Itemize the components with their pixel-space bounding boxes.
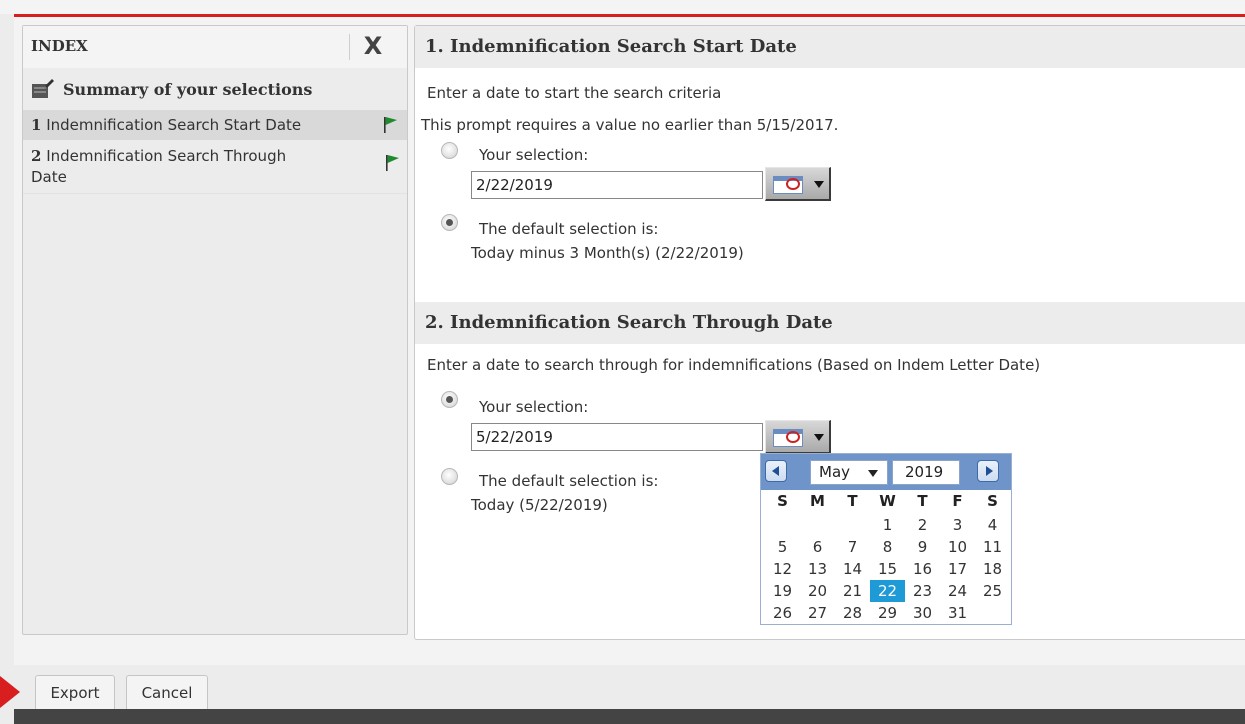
calendar-day[interactable]: 1 [870, 514, 905, 536]
section2-default-value: Today (5/22/2019) [471, 496, 608, 514]
calendar-header: May 2019 [761, 454, 1011, 490]
calendar-day[interactable]: 19 [765, 580, 800, 602]
calendar-day[interactable]: 20 [800, 580, 835, 602]
calendar-day[interactable]: 3 [940, 514, 975, 536]
index-item-text-line2: Date [31, 168, 67, 186]
index-item-through-date[interactable]: 2 Indemnification Search Through Date [23, 140, 407, 192]
index-item-text: Indemnification Search Through [46, 147, 287, 165]
weekday-header: W [879, 492, 896, 510]
section2-your-selection-label: Your selection: [479, 398, 589, 416]
calendar-day[interactable]: 29 [870, 602, 905, 624]
section2-your-selection-radio[interactable] [441, 391, 458, 408]
calendar-day-selected[interactable]: 22 [870, 580, 905, 602]
calendar-day[interactable]: 31 [940, 602, 975, 624]
calendar-day[interactable]: 16 [905, 558, 940, 580]
calendar-day[interactable]: 21 [835, 580, 870, 602]
chevron-down-icon [868, 470, 878, 477]
section1-default-label: The default selection is: [479, 220, 659, 238]
calendar-day[interactable]: 8 [870, 536, 905, 558]
month-select[interactable]: May [810, 460, 888, 485]
calendar-day[interactable]: 24 [940, 580, 975, 602]
section2-default-radio[interactable] [441, 468, 458, 485]
calendar-popup: May 2019 S M T W T F S 1 2 3 4 5 6 7 8 9 10 11 12 13 14 15 16 1… [760, 453, 1012, 625]
section2-calendar-button[interactable] [765, 420, 831, 454]
calendar-day[interactable]: 14 [835, 558, 870, 580]
weekday-header: T [917, 492, 928, 510]
index-separator [349, 34, 350, 60]
calendar-day[interactable]: 23 [905, 580, 940, 602]
index-item-text: Indemnification Search Start Date [46, 116, 302, 134]
section1-default-radio[interactable] [441, 214, 458, 231]
section1-constraint: This prompt requires a value no earlier … [421, 116, 839, 134]
section2-default-label: The default selection is: [479, 472, 659, 490]
section1-your-selection-label: Your selection: [479, 146, 589, 164]
month-value: May [819, 463, 851, 481]
chevron-right-icon [986, 466, 993, 476]
index-item-start-date[interactable]: 1 Indemnification Search Start Date [23, 110, 407, 140]
calendar-day[interactable]: 27 [800, 602, 835, 624]
chevron-down-icon [814, 434, 824, 441]
calendar-day[interactable]: 4 [975, 514, 1010, 536]
chevron-down-icon [814, 181, 824, 188]
export-button[interactable]: Export [35, 675, 115, 711]
index-item-label: 1 Indemnification Search Start Date [31, 115, 301, 136]
section1-default-value: Today minus 3 Month(s) (2/22/2019) [471, 244, 744, 262]
chevron-left-icon [772, 466, 779, 476]
section1-header: 1. Indemnification Search Start Date [415, 26, 1245, 68]
calendar-day[interactable]: 30 [905, 602, 940, 624]
weekday-header: S [987, 492, 998, 510]
calendar-day[interactable]: 6 [800, 536, 835, 558]
previous-month-button[interactable] [765, 460, 787, 482]
section1-calendar-button[interactable] [765, 167, 831, 201]
section1-date-input[interactable] [471, 171, 763, 199]
calendar-day[interactable]: 5 [765, 536, 800, 558]
calendar-day[interactable]: 12 [765, 558, 800, 580]
flag-icon [386, 155, 399, 171]
section1-title: 1. Indemnification Search Start Date [425, 36, 797, 57]
year-input[interactable]: 2019 [892, 460, 960, 485]
weekday-header: M [810, 492, 825, 510]
calendar-day[interactable]: 28 [835, 602, 870, 624]
calendar-marker-icon [786, 178, 800, 190]
calendar-marker-icon [786, 431, 800, 443]
index-item-label: 2 Indemnification Search Through Date [31, 146, 286, 188]
next-month-button[interactable] [977, 460, 999, 482]
calendar-day[interactable]: 25 [975, 580, 1010, 602]
section2-date-input[interactable] [471, 423, 763, 451]
section2-description: Enter a date to search through for indem… [427, 356, 1041, 374]
index-divider [23, 193, 407, 194]
section2-title: 2. Indemnification Search Through Date [425, 312, 833, 333]
index-item-number: 2 [31, 147, 42, 165]
calendar-day[interactable]: 7 [835, 536, 870, 558]
index-header: INDEX X [23, 26, 407, 68]
summary-edit-icon [32, 79, 54, 98]
calendar-day[interactable]: 11 [975, 536, 1010, 558]
calendar-day[interactable]: 15 [870, 558, 905, 580]
weekday-header: F [952, 492, 963, 510]
calendar-day[interactable]: 18 [975, 558, 1010, 580]
index-panel: INDEX X Summary of your selections 1 Ind… [22, 25, 408, 635]
top-strip [0, 0, 1245, 14]
weekday-header: S [777, 492, 788, 510]
calendar-day[interactable]: 17 [940, 558, 975, 580]
cancel-button[interactable]: Cancel [126, 675, 208, 711]
section1-your-selection-radio[interactable] [441, 142, 458, 159]
calendar-day[interactable]: 9 [905, 536, 940, 558]
summary-link[interactable]: Summary of your selections [31, 78, 401, 104]
index-item-number: 1 [31, 116, 42, 134]
summary-label: Summary of your selections [63, 80, 313, 99]
pointer-arrow-icon [0, 676, 20, 708]
calendar-day[interactable]: 2 [905, 514, 940, 536]
flag-icon [384, 117, 397, 133]
calendar-day[interactable]: 13 [800, 558, 835, 580]
calendar-day[interactable]: 26 [765, 602, 800, 624]
section1-description: Enter a date to start the search criteri… [427, 84, 722, 102]
footer-shadow [14, 709, 1245, 724]
close-icon[interactable]: X [359, 31, 387, 61]
weekday-header: T [847, 492, 858, 510]
section2-header: 2. Indemnification Search Through Date [415, 302, 1245, 344]
calendar-day[interactable]: 10 [940, 536, 975, 558]
index-title: INDEX [31, 37, 88, 55]
